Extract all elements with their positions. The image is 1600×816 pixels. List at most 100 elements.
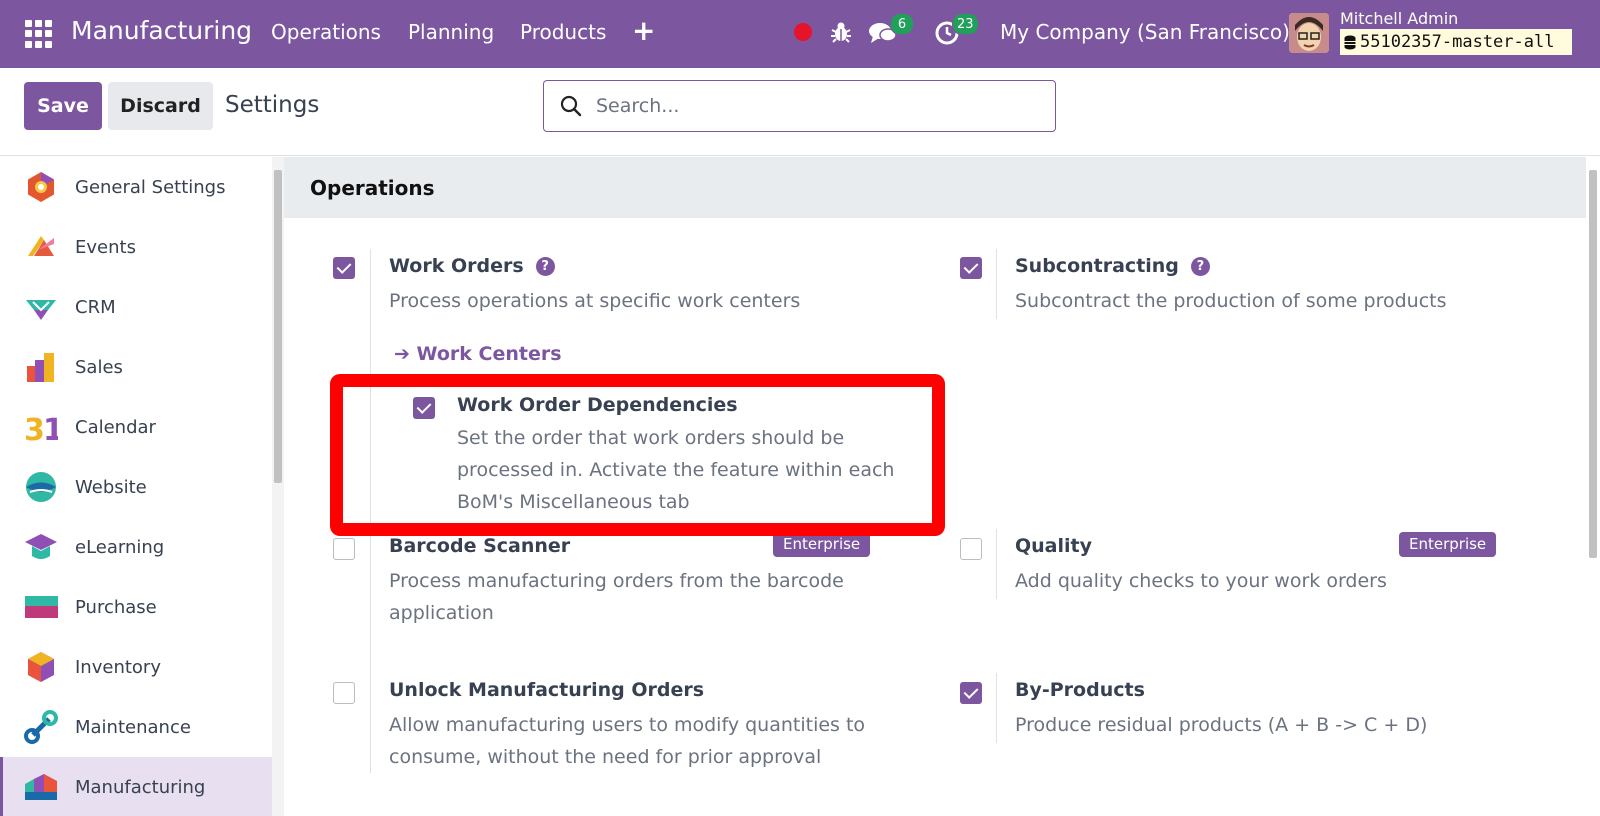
unlock-manufacturing-orders-checkbox[interactable] — [333, 682, 355, 704]
events-icon — [28, 236, 54, 256]
database-icon — [1344, 35, 1356, 49]
settings-main: Operations Work Orders? Process operatio… — [284, 157, 1600, 816]
divider — [370, 673, 371, 773]
avatar-face-icon — [1289, 13, 1329, 53]
subcontracting-label: Subcontracting — [1015, 255, 1179, 277]
sidebar-item-sales[interactable]: Sales — [0, 337, 272, 397]
sales-icon — [27, 353, 54, 382]
menu-planning[interactable]: Planning — [408, 20, 494, 44]
debug-bug-icon[interactable] — [830, 20, 852, 44]
sidebar-item-label: Inventory — [75, 656, 161, 678]
sidebar-item-label: eLearning — [75, 536, 165, 558]
company-switcher[interactable]: My Company (San Francisco) — [1000, 20, 1290, 44]
by-products-checkbox[interactable] — [960, 682, 982, 704]
sidebar-item-maintenance[interactable]: Maintenance — [0, 697, 272, 757]
unlock-manufacturing-orders-title: Unlock Manufacturing Orders — [389, 679, 705, 701]
sidebar-item-calendar[interactable]: 3 1 Calendar — [0, 397, 272, 457]
apps-menu-icon[interactable] — [25, 20, 53, 48]
sidebar-item-label: Manufacturing — [75, 776, 206, 798]
enterprise-badge[interactable]: Enterprise — [1399, 532, 1497, 557]
main-scrollbar-thumb[interactable] — [1589, 170, 1597, 558]
sidebar-item-elearning[interactable]: eLearning — [0, 517, 272, 577]
divider — [996, 249, 997, 319]
section-header: Operations — [284, 157, 1600, 218]
work-orders-description: Process operations at specific work cent… — [389, 290, 801, 312]
sidebar-item-label: Calendar — [75, 416, 156, 438]
sidebar-item-label: Maintenance — [75, 716, 191, 738]
enterprise-badge[interactable]: Enterprise — [773, 532, 871, 557]
work-centers-label: Work Centers — [416, 343, 562, 365]
page-title: Settings — [225, 92, 320, 118]
sidebar-item-general-settings[interactable]: General Settings — [0, 157, 272, 217]
work-orders-checkbox[interactable] — [333, 257, 355, 279]
work-orders-label: Work Orders — [389, 255, 524, 277]
top-navbar: Manufacturing Operations Planning Produc… — [0, 0, 1600, 68]
general-settings-icon — [28, 172, 54, 202]
save-button[interactable]: Save — [24, 82, 102, 130]
maintenance-icon — [24, 710, 58, 744]
subcontracting-checkbox[interactable] — [960, 257, 982, 279]
by-products-description: Produce residual products (A + B -> C + … — [1015, 714, 1428, 736]
user-avatar[interactable] — [1289, 13, 1329, 53]
quality-checkbox[interactable] — [960, 538, 982, 560]
barcode-scanner-title: Barcode Scanner — [389, 535, 571, 557]
elearning-icon — [25, 534, 57, 559]
quality-title: Quality — [1015, 535, 1092, 557]
subcontracting-help-icon[interactable]: ? — [1190, 257, 1210, 276]
menu-products[interactable]: Products — [520, 20, 606, 44]
section-title: Operations — [310, 176, 435, 200]
work-order-dependencies-description: Set the order that work orders should be… — [457, 427, 895, 513]
sidebar-item-label: General Settings — [75, 176, 226, 198]
arrow-right-icon: ➔ — [394, 343, 417, 365]
messages-count-badge: 6 — [890, 13, 914, 35]
by-products-title: By-Products — [1015, 679, 1145, 701]
search-icon — [560, 95, 582, 117]
sidebar-item-label: Events — [75, 236, 136, 258]
sidebar-item-label: Website — [75, 476, 147, 498]
work-orders-title: Work Orders? — [389, 255, 555, 277]
control-panel: Save Discard Settings — [0, 68, 1600, 156]
settings-sidebar: General Settings Events CRM Sales 3 1 Ca… — [0, 157, 272, 816]
work-order-dependencies-title: Work Order Dependencies — [457, 394, 738, 416]
divider — [996, 673, 997, 743]
user-name[interactable]: Mitchell Admin — [1340, 9, 1458, 28]
search-box[interactable] — [543, 80, 1056, 132]
sidebar-item-label: Sales — [75, 356, 123, 378]
website-icon — [26, 472, 56, 502]
unlock-manufacturing-orders-description: Allow manufacturing users to modify quan… — [389, 714, 866, 768]
divider — [996, 529, 997, 599]
quality-description: Add quality checks to your work orders — [1015, 570, 1387, 592]
sidebar-item-purchase[interactable]: Purchase — [0, 577, 272, 637]
sidebar-item-inventory[interactable]: Inventory — [0, 637, 272, 697]
menu-operations[interactable]: Operations — [271, 20, 381, 44]
crm-icon — [26, 300, 56, 320]
barcode-scanner-checkbox[interactable] — [333, 538, 355, 560]
search-input[interactable] — [596, 95, 1016, 117]
sidebar-item-label: Purchase — [75, 596, 157, 618]
sidebar-item-events[interactable]: Events — [0, 217, 272, 277]
work-orders-help-icon[interactable]: ? — [535, 257, 555, 276]
quick-create-plus-icon[interactable]: + — [632, 14, 655, 47]
svg-text:3: 3 — [24, 413, 45, 444]
barcode-scanner-description: Process manufacturing orders from the ba… — [389, 570, 844, 624]
sidebar-item-label: CRM — [75, 296, 116, 318]
activities-count-badge: 23 — [952, 13, 979, 35]
svg-text:1: 1 — [43, 413, 58, 444]
database-name: 55102357-master-all — [1360, 32, 1555, 52]
sidebar-item-manufacturing[interactable]: Manufacturing — [0, 757, 272, 816]
sidebar-item-crm[interactable]: CRM — [0, 277, 272, 337]
manufacturing-icon — [25, 774, 57, 800]
subcontracting-description: Subcontract the production of some produ… — [1015, 290, 1447, 312]
subcontracting-title: Subcontracting? — [1015, 255, 1210, 277]
divider — [370, 529, 371, 629]
sidebar-scrollbar-thumb[interactable] — [274, 170, 282, 483]
database-chip: 55102357-master-all — [1340, 29, 1572, 55]
inventory-icon — [28, 652, 54, 682]
discard-button[interactable]: Discard — [108, 82, 213, 130]
work-order-dependencies-checkbox[interactable] — [413, 397, 435, 419]
purchase-icon — [25, 596, 58, 618]
sidebar-item-website[interactable]: Website — [0, 457, 272, 517]
record-icon[interactable] — [794, 23, 812, 41]
app-brand[interactable]: Manufacturing — [71, 16, 252, 45]
work-centers-link[interactable]: ➔ Work Centers — [394, 343, 562, 365]
